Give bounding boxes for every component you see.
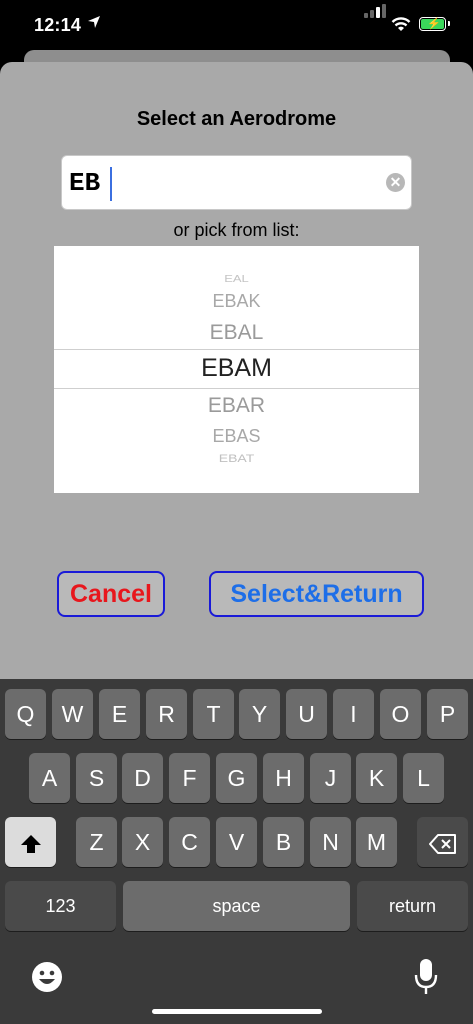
- key-k[interactable]: K: [356, 753, 397, 803]
- key-s[interactable]: S: [76, 753, 117, 803]
- pick-from-list-label: or pick from list:: [173, 220, 300, 240]
- dialog-title: Select an Aerodrome: [136, 108, 337, 130]
- aerodrome-search-input[interactable]: EB ✕: [61, 155, 412, 210]
- return-key[interactable]: return: [357, 881, 468, 931]
- status-bar: 12:14 ⚡: [0, 0, 473, 52]
- home-indicator[interactable]: [152, 1009, 322, 1014]
- emoji-icon[interactable]: [31, 961, 63, 993]
- picker-option[interactable]: EBAL: [54, 321, 419, 345]
- clear-icon[interactable]: ✕: [386, 173, 405, 192]
- select-return-button[interactable]: Select&Return: [209, 571, 424, 617]
- wifi-icon: [391, 17, 411, 31]
- battery-icon: ⚡: [419, 17, 450, 31]
- space-key[interactable]: space: [123, 881, 350, 931]
- key-w[interactable]: W: [52, 689, 93, 739]
- key-n[interactable]: N: [310, 817, 351, 867]
- key-g[interactable]: G: [216, 753, 257, 803]
- key-m[interactable]: M: [356, 817, 397, 867]
- key-b[interactable]: B: [263, 817, 304, 867]
- delete-key[interactable]: [417, 817, 468, 867]
- key-r[interactable]: R: [146, 689, 187, 739]
- picker-option[interactable]: EBAK: [54, 291, 419, 312]
- key-t[interactable]: T: [193, 689, 234, 739]
- text-caret: [110, 167, 112, 201]
- key-f[interactable]: F: [169, 753, 210, 803]
- key-h[interactable]: H: [263, 753, 304, 803]
- key-i[interactable]: I: [333, 689, 374, 739]
- backspace-icon: [428, 833, 456, 854]
- picker-option[interactable]: EBAT: [54, 452, 419, 465]
- shift-key[interactable]: [5, 817, 56, 867]
- status-time: 12:14: [34, 15, 82, 35]
- key-l[interactable]: L: [403, 753, 444, 803]
- picker-option-selected[interactable]: EBAM: [54, 354, 419, 383]
- key-j[interactable]: J: [310, 753, 351, 803]
- key-o[interactable]: O: [380, 689, 421, 739]
- key-x[interactable]: X: [122, 817, 163, 867]
- aerodrome-picker[interactable]: EAL EBAK EBAL EBAM EBAR EBAS EBAT: [54, 246, 419, 493]
- search-input-value: EB: [69, 168, 101, 198]
- key-c[interactable]: C: [169, 817, 210, 867]
- key-q[interactable]: Q: [5, 689, 46, 739]
- key-v[interactable]: V: [216, 817, 257, 867]
- picker-option[interactable]: EBAR: [54, 394, 419, 418]
- location-arrow-icon: [88, 16, 100, 28]
- shift-arrow-icon: [20, 834, 41, 853]
- picker-option[interactable]: EBAS: [54, 426, 419, 447]
- microphone-icon[interactable]: [414, 958, 438, 996]
- numbers-key[interactable]: 123: [5, 881, 116, 931]
- key-e[interactable]: E: [99, 689, 140, 739]
- key-u[interactable]: U: [286, 689, 327, 739]
- key-a[interactable]: A: [29, 753, 70, 803]
- cancel-button[interactable]: Cancel: [57, 571, 165, 617]
- key-z[interactable]: Z: [76, 817, 117, 867]
- key-d[interactable]: D: [122, 753, 163, 803]
- picker-option[interactable]: EAL: [54, 273, 419, 285]
- key-p[interactable]: P: [427, 689, 468, 739]
- key-y[interactable]: Y: [239, 689, 280, 739]
- keyboard: Q W E R T Y U I O P A S D F G H J K L Z …: [0, 679, 473, 1024]
